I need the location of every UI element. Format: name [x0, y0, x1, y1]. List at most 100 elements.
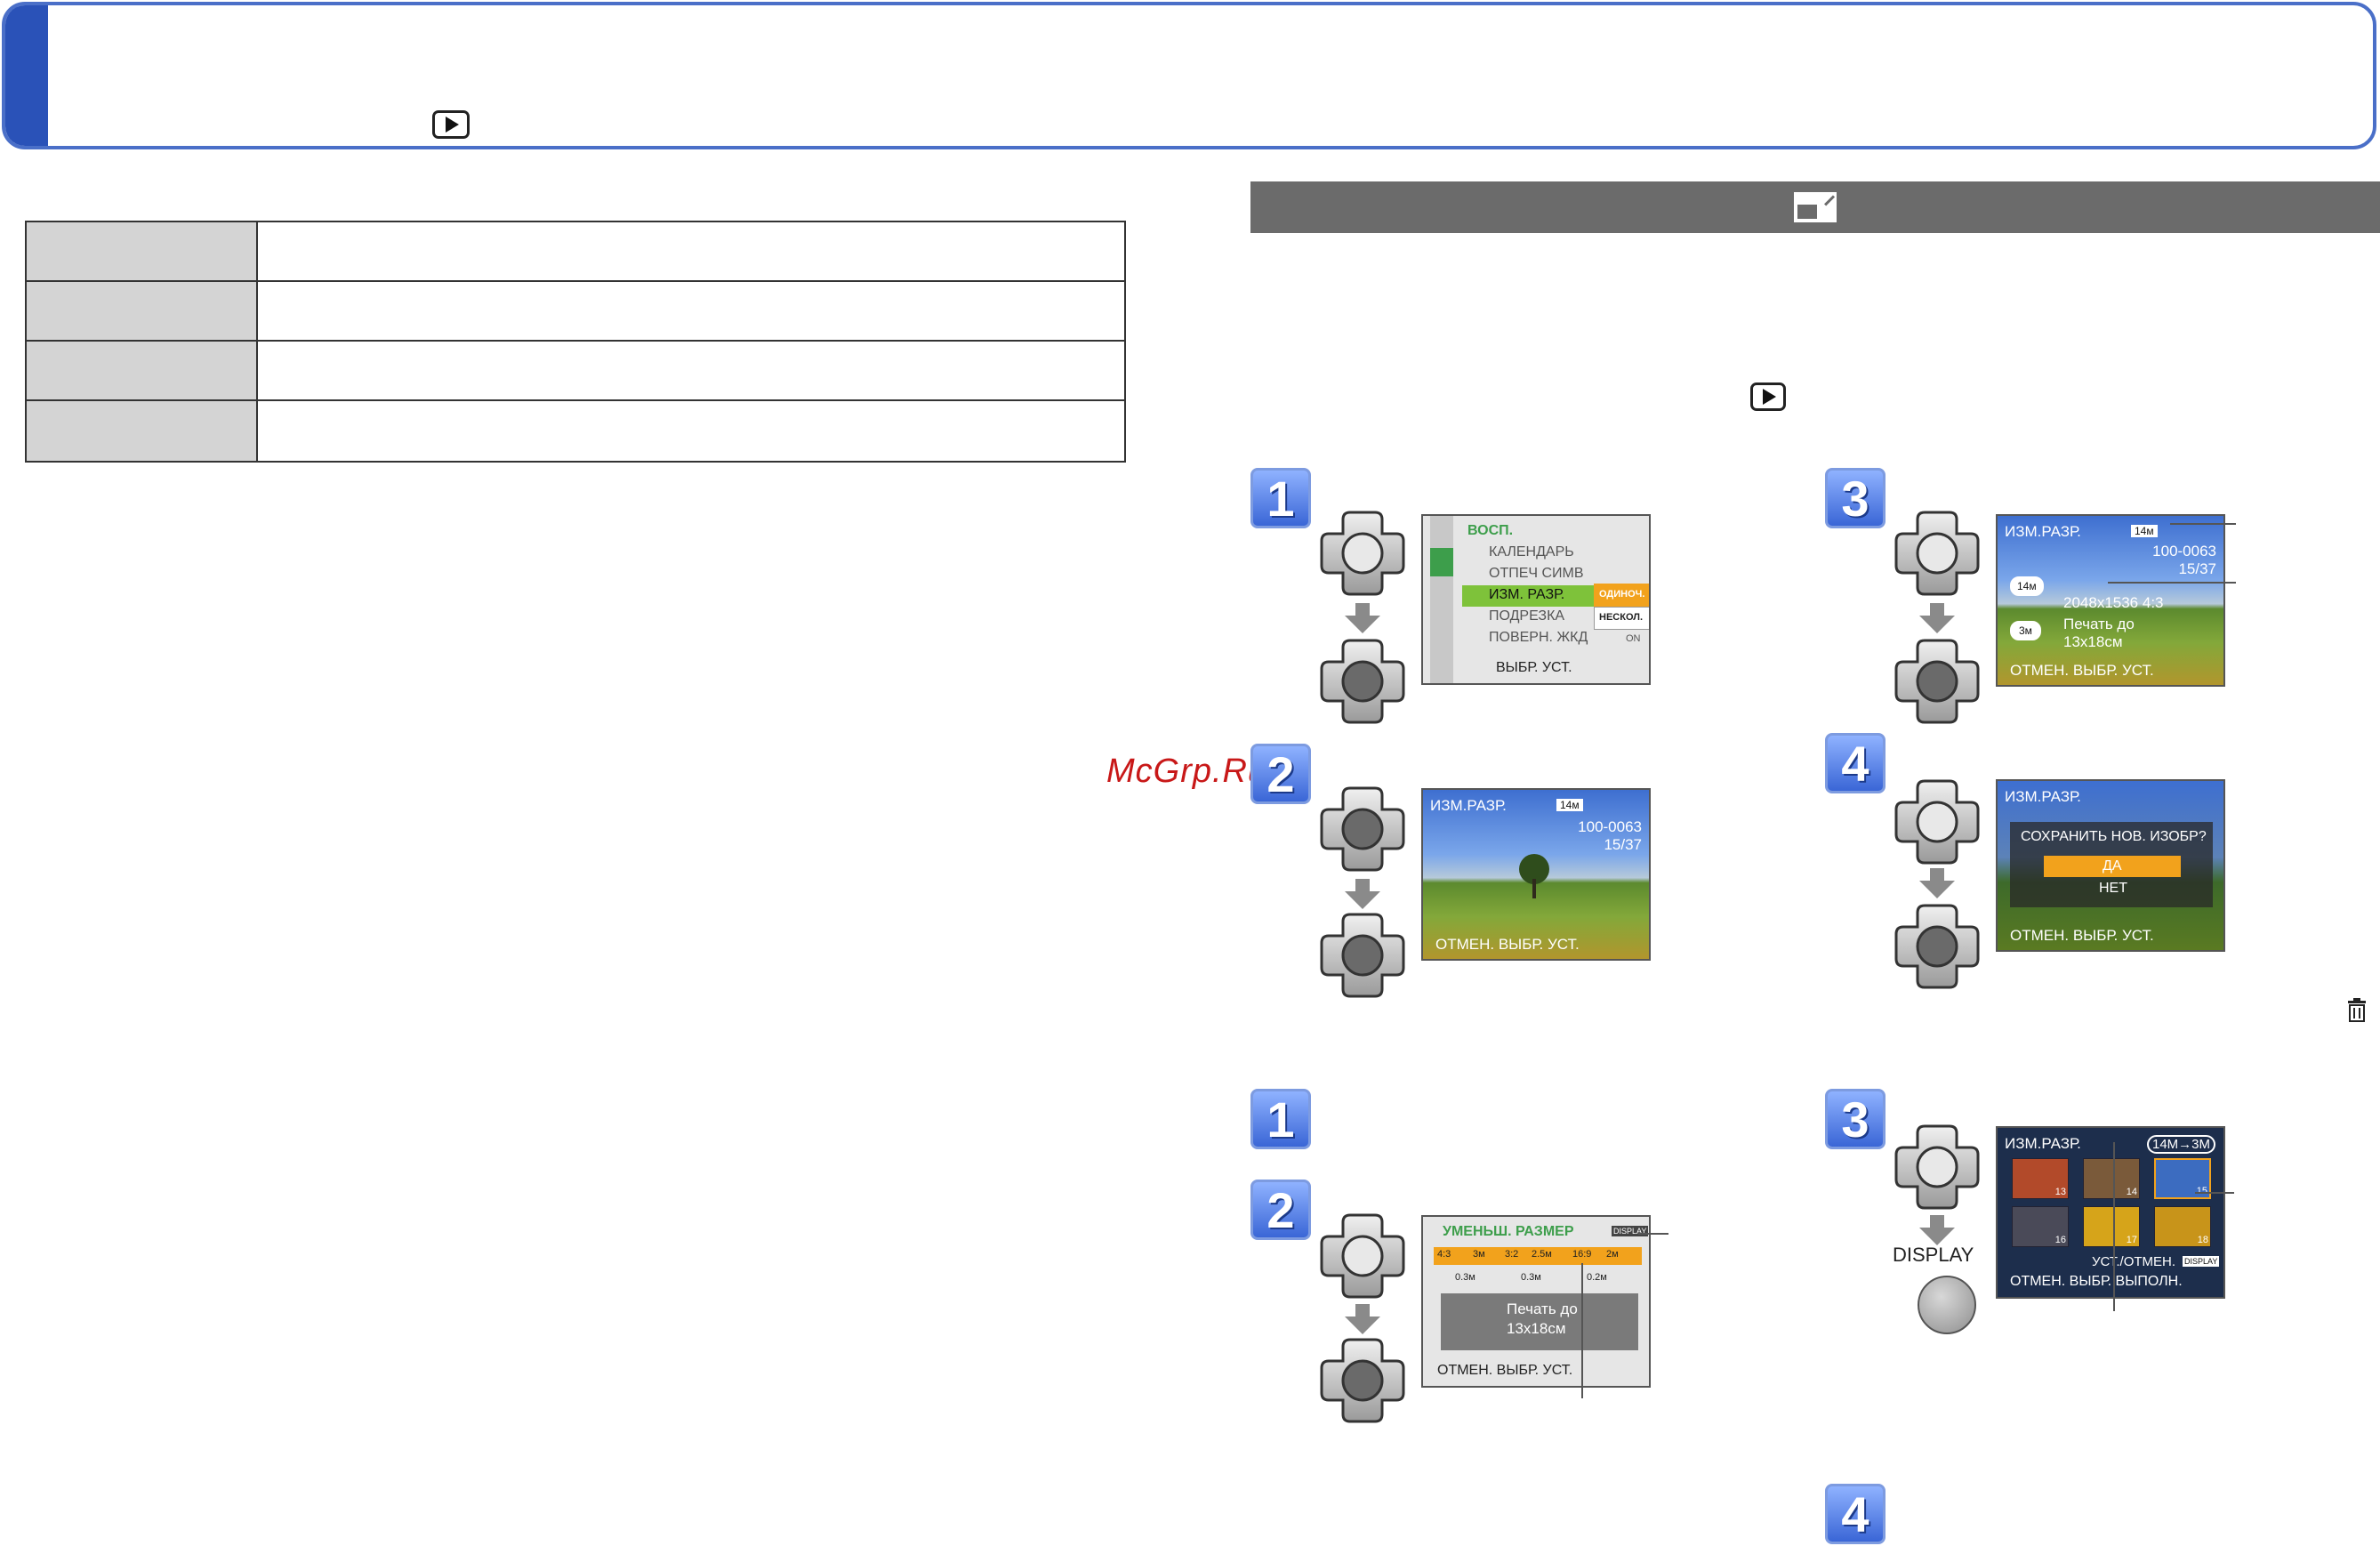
callout-line: [2170, 523, 2236, 525]
down-arrow-icon: [1345, 879, 1380, 909]
trash-icon: [2346, 998, 2368, 1023]
convert-label: 14M→3M: [2147, 1135, 2216, 1154]
thumbnail-number: 15: [2196, 1186, 2207, 1196]
settings-table: [25, 221, 1126, 463]
directional-pad-icon: [1894, 639, 1980, 724]
resolution-text: 2048x1536 4:3: [2063, 594, 2164, 611]
table-key-cell: [27, 401, 258, 461]
callout-line: [1638, 1233, 1668, 1235]
callout-line: [1581, 1263, 1583, 1398]
submenu-option: НЕСКОЛ.: [1599, 612, 1643, 623]
table-row: [27, 342, 1124, 401]
no-option: НЕТ: [2099, 881, 2127, 896]
ratio-label: 16:9: [1572, 1249, 1592, 1260]
print-label: Печать до: [2063, 616, 2135, 632]
down-arrow-icon: [1919, 1215, 1955, 1245]
thumbnail-number: 18: [2197, 1235, 2208, 1245]
menu-footer: ВЫБР. УСТ.: [1496, 660, 1572, 675]
tree-trunk: [1532, 879, 1536, 898]
size-from-badge: 14м: [2010, 576, 2044, 596]
thumbnail-number: 13: [2054, 1187, 2066, 1197]
step-badge: 3: [1825, 1089, 1886, 1149]
down-arrow-icon: [1919, 868, 1955, 898]
section-header-bar: [1250, 181, 2380, 233]
directional-pad-icon: [1320, 913, 1405, 998]
thumbnail[interactable]: 18: [2154, 1206, 2211, 1247]
down-arrow-icon: [1345, 603, 1380, 633]
directional-pad-icon: [1894, 779, 1980, 865]
camera-screen-menu: ВОСП. КАЛЕНДАРЬ ОТПЕЧ СИМВ ИЗМ. РАЗР. ПО…: [1421, 514, 1651, 685]
print-label: Печать до: [1507, 1300, 1578, 1317]
table-row: [27, 282, 1124, 342]
thumbnail[interactable]: 13: [2012, 1158, 2069, 1199]
size-badge: 14м: [1556, 799, 1583, 811]
step-badge: 1: [1250, 468, 1311, 528]
step-badge: 1: [1250, 1089, 1311, 1149]
screen-footer: ОТМЕН. ВЫБР. УСТ.: [2010, 927, 2154, 944]
step-badge: 3: [1825, 468, 1886, 528]
ratio-size: 2.5м: [1532, 1249, 1552, 1260]
screen-title: УМЕНЬШ. РАЗМЕР: [1443, 1224, 1574, 1239]
menu-on-label: ON: [1626, 633, 1641, 644]
camera-screen-reduce: УМЕНЬШ. РАЗМЕР DISPLAY 4:3 3м 3:2 2.5м 1…: [1421, 1215, 1651, 1388]
step-badge: 4: [1825, 733, 1886, 793]
callout-line: [2113, 1142, 2115, 1311]
table-value-cell: [258, 401, 1124, 461]
yes-option: ДА: [2103, 858, 2122, 874]
screen-footer: ОТМЕН. ВЫБР. УСТ.: [1435, 936, 1580, 953]
menu-item: ОТПЕЧ СИМВ: [1489, 566, 1584, 581]
screen-footer: ОТМЕН. ВЫБР. УСТ.: [1437, 1363, 1573, 1378]
table-key-cell: [27, 282, 258, 340]
ratio-size: 3м: [1473, 1249, 1485, 1260]
menu-title: ВОСП.: [1467, 523, 1514, 538]
directional-pad-icon: [1894, 1124, 1980, 1210]
table-row: [27, 401, 1124, 461]
directional-pad-icon: [1320, 1213, 1405, 1299]
step-badge: 4: [1825, 1484, 1886, 1544]
camera-screen-multi: ИЗМ.РАЗР. 14M→3M 13 14 15 16 17 18 УСТ./ОТМЕН…: [1996, 1126, 2225, 1299]
play-icon: [432, 110, 470, 139]
submenu-option: ОДИНОЧ.: [1599, 589, 1645, 600]
size-option: 0.3м: [1455, 1272, 1475, 1283]
image-counter: 15/37: [1604, 836, 1642, 853]
thumbnail-number: 17: [2126, 1235, 2137, 1245]
display-button[interactable]: [1918, 1276, 1976, 1334]
screen-footer: ОТМЕН. ВЫБР. ВЫПОЛН.: [2010, 1274, 2183, 1289]
menu-sidebar: [1430, 516, 1453, 683]
table-key-cell: [27, 222, 258, 280]
display-badge: DISPLAY: [2183, 1256, 2220, 1267]
size-badge: 14м: [2131, 525, 2158, 537]
table-value-cell: [258, 282, 1124, 340]
step-badge: 2: [1250, 1180, 1311, 1240]
table-row: [27, 222, 1124, 282]
thumbnail-number: 14: [2126, 1187, 2137, 1197]
menu-item-selected: ИЗМ. РАЗР.: [1489, 587, 1565, 602]
camera-screen-photo: ИЗМ.РАЗР. 14м 100-0063 15/37 ОТМЕН. ВЫБР…: [1421, 788, 1651, 961]
size-option: 0.3м: [1521, 1272, 1541, 1283]
display-badge: DISPLAY: [1612, 1226, 1649, 1236]
set-cancel-label: УСТ./ОТМЕН.: [2092, 1254, 2176, 1269]
ratio-label: 3:2: [1505, 1249, 1519, 1260]
thumbnail-number: 16: [2054, 1235, 2066, 1245]
display-button-label: DISPLAY: [1893, 1244, 1974, 1266]
print-size: 13x18см: [1507, 1320, 1566, 1337]
camera-screen-resize-info: ИЗМ.РАЗР. 14м 100-0063 15/37 14м 3м 2048…: [1996, 514, 2225, 687]
screen-title: ИЗМ.РАЗР.: [2005, 1135, 2081, 1152]
menu-item: ПОДРЕЗКА: [1489, 608, 1565, 624]
table-value-cell: [258, 222, 1124, 280]
thumbnail[interactable]: 17: [2083, 1206, 2140, 1247]
table-value-cell: [258, 342, 1124, 399]
table-key-cell: [27, 342, 258, 399]
watermark: McGrp.Ru: [1106, 753, 1268, 790]
play-icon: [1750, 382, 1786, 411]
thumbnail[interactable]: 16: [2012, 1206, 2069, 1247]
thumbnail[interactable]: 14: [2083, 1158, 2140, 1199]
directional-pad-icon: [1320, 511, 1405, 596]
callout-line: [2108, 582, 2236, 584]
menu-tab-play: [1430, 548, 1453, 576]
resize-icon: [1794, 192, 1837, 222]
ratio-size: 2м: [1606, 1249, 1619, 1260]
camera-screen-confirm: ИЗМ.РАЗР. СОХРАНИТЬ НОВ. ИЗОБР? ДА НЕТ О…: [1996, 779, 2225, 952]
size-to-badge: 3м: [2010, 621, 2041, 640]
directional-pad-icon: [1320, 786, 1405, 872]
